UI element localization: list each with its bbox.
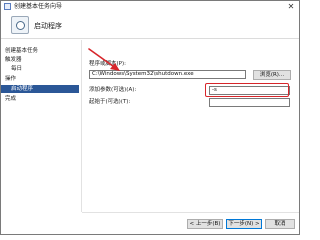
sidebar-item-start-program[interactable]: 启动程序 [1, 85, 79, 93]
footer-divider [82, 212, 299, 213]
wizard-window: 创建基本任务向导 ✕ 启动程序 创建基本任务 触发器 每日 操作 启动程序 完成… [0, 0, 300, 235]
program-path-input[interactable]: C:\Windows\System32\shutdown.exe [89, 70, 246, 79]
annotation-highlight-box [205, 83, 289, 97]
next-button[interactable]: 下一步(N) > [226, 219, 262, 229]
wizard-header: 启动程序 [1, 13, 299, 39]
start-in-input[interactable] [209, 98, 290, 107]
browse-button[interactable]: 浏览(R)... [253, 70, 291, 80]
window-title: 创建基本任务向导 [14, 3, 63, 10]
args-label: 添加参数(可选)(A): [89, 87, 137, 93]
program-label: 程序或脚本(P): [89, 61, 126, 67]
start-in-label: 起始于(可选)(T): [89, 99, 131, 105]
sidebar-top-label: 创建基本任务 [5, 48, 39, 54]
sidebar-item-action[interactable]: 操作 [1, 75, 79, 83]
close-button[interactable]: ✕ [286, 1, 296, 12]
main-panel: 程序或脚本(P): C:\Windows\System32\shutdown.e… [82, 40, 299, 212]
clock-icon [11, 16, 29, 34]
page-title: 启动程序 [34, 22, 62, 30]
cancel-button[interactable]: 取消 [265, 219, 295, 229]
title-bar: 创建基本任务向导 ✕ [1, 1, 299, 13]
back-button[interactable]: < 上一步(B) [187, 219, 223, 229]
task-scheduler-icon [4, 3, 11, 10]
sidebar-item-daily[interactable]: 每日 [1, 65, 79, 73]
wizard-steps-sidebar: 创建基本任务 触发器 每日 操作 启动程序 完成 [1, 40, 81, 234]
sidebar-item-finish[interactable]: 完成 [1, 95, 79, 103]
sidebar-item-trigger[interactable]: 触发器 [1, 56, 79, 64]
